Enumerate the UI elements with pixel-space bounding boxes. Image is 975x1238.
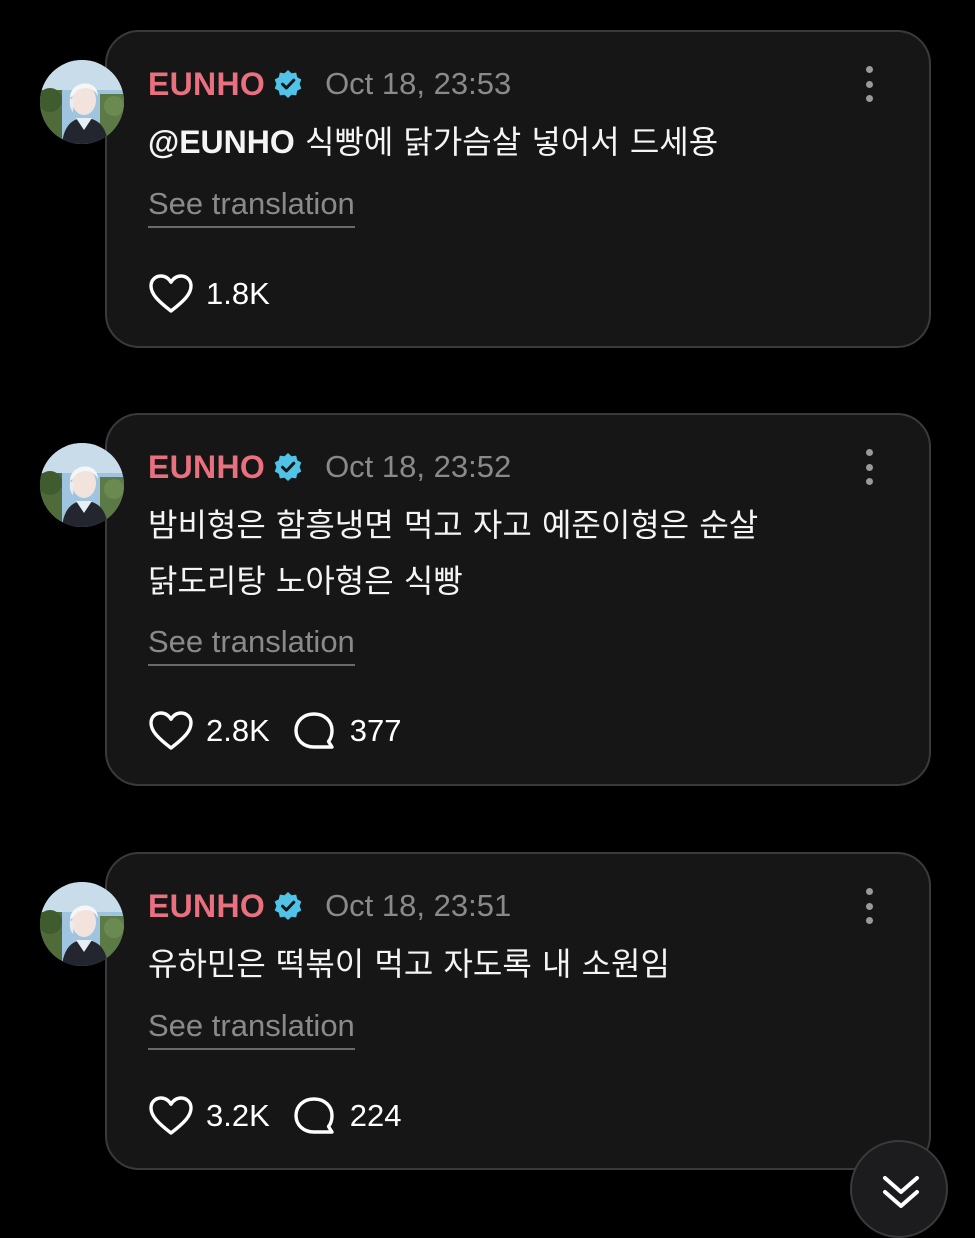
post-text-line: 닭도리탕 노아형은 식빵	[148, 562, 463, 600]
more-vertical-icon[interactable]	[863, 449, 875, 485]
scroll-down-button[interactable]	[850, 1140, 948, 1238]
mention-link[interactable]: @EUNHO	[148, 124, 295, 160]
username[interactable]: EUNHO	[148, 449, 265, 486]
reply-count: 377	[349, 713, 402, 748]
post-text-line: 식빵에 닭가슴살 넣어서 드세용	[304, 123, 719, 161]
like-button[interactable]: 1.8K	[148, 273, 270, 315]
post-card[interactable]: EUNHO Oct 18, 23:53 @EUNHO 식빵에 닭가슴살 넣어서 …	[105, 30, 931, 348]
post-header: EUNHO Oct 18, 23:52	[148, 447, 511, 487]
timestamp[interactable]: Oct 18, 23:53	[325, 66, 511, 102]
reply-button[interactable]: 377	[292, 710, 402, 752]
avatar[interactable]	[40, 443, 124, 527]
avatar[interactable]	[40, 60, 124, 144]
speech-bubble-icon	[294, 712, 334, 749]
more-vertical-icon[interactable]	[863, 66, 875, 102]
reply-count: 224	[349, 1098, 402, 1133]
username[interactable]: EUNHO	[148, 66, 265, 103]
avatar[interactable]	[40, 882, 124, 966]
like-button[interactable]: 2.8K	[148, 710, 270, 752]
like-count: 3.2K	[206, 1098, 270, 1133]
avatar-image	[40, 443, 124, 527]
post-actions: 3.2K 224	[148, 1094, 424, 1138]
post-actions: 1.8K	[148, 272, 292, 316]
verified-badge-icon	[274, 453, 302, 481]
post-actions: 2.8K 377	[148, 709, 424, 753]
post-header: EUNHO Oct 18, 23:53	[148, 64, 511, 104]
username[interactable]: EUNHO	[148, 888, 265, 925]
post-header: EUNHO Oct 18, 23:51	[148, 886, 511, 926]
post-text: 유하민은 떡볶이 먹고 자도록 내 소원임	[148, 936, 888, 992]
heart-icon	[149, 711, 193, 750]
post-text-line: 밤비형은 함흥냉면 먹고 자고 예준이형은 순살	[148, 506, 759, 544]
like-count: 1.8K	[206, 276, 270, 311]
verified-badge-icon	[274, 70, 302, 98]
double-chevron-down-icon	[883, 1176, 919, 1208]
reply-button[interactable]: 224	[292, 1095, 402, 1137]
see-translation-link[interactable]: See translation	[148, 624, 355, 666]
more-vertical-icon[interactable]	[863, 888, 875, 924]
post-card[interactable]: EUNHO Oct 18, 23:51 유하민은 떡볶이 먹고 자도록 내 소원…	[105, 852, 931, 1170]
timestamp[interactable]: Oct 18, 23:52	[325, 449, 511, 485]
timestamp[interactable]: Oct 18, 23:51	[325, 888, 511, 924]
avatar-image	[40, 882, 124, 966]
avatar-image	[40, 60, 124, 144]
see-translation-link[interactable]: See translation	[148, 186, 355, 228]
heart-icon	[149, 1096, 193, 1135]
see-translation-link[interactable]: See translation	[148, 1008, 355, 1050]
like-count: 2.8K	[206, 713, 270, 748]
like-button[interactable]: 3.2K	[148, 1095, 270, 1137]
speech-bubble-icon	[294, 1097, 334, 1134]
verified-badge-icon	[274, 892, 302, 920]
post-text: 밤비형은 함흥냉면 먹고 자고 예준이형은 순살 닭도리탕 노아형은 식빵	[148, 497, 888, 609]
post-text: @EUNHO 식빵에 닭가슴살 넣어서 드세용	[148, 114, 888, 170]
post-card[interactable]: EUNHO Oct 18, 23:52 밤비형은 함흥냉면 먹고 자고 예준이형…	[105, 413, 931, 786]
post-text-line: 유하민은 떡볶이 먹고 자도록 내 소원임	[148, 945, 670, 983]
heart-icon	[149, 274, 193, 313]
